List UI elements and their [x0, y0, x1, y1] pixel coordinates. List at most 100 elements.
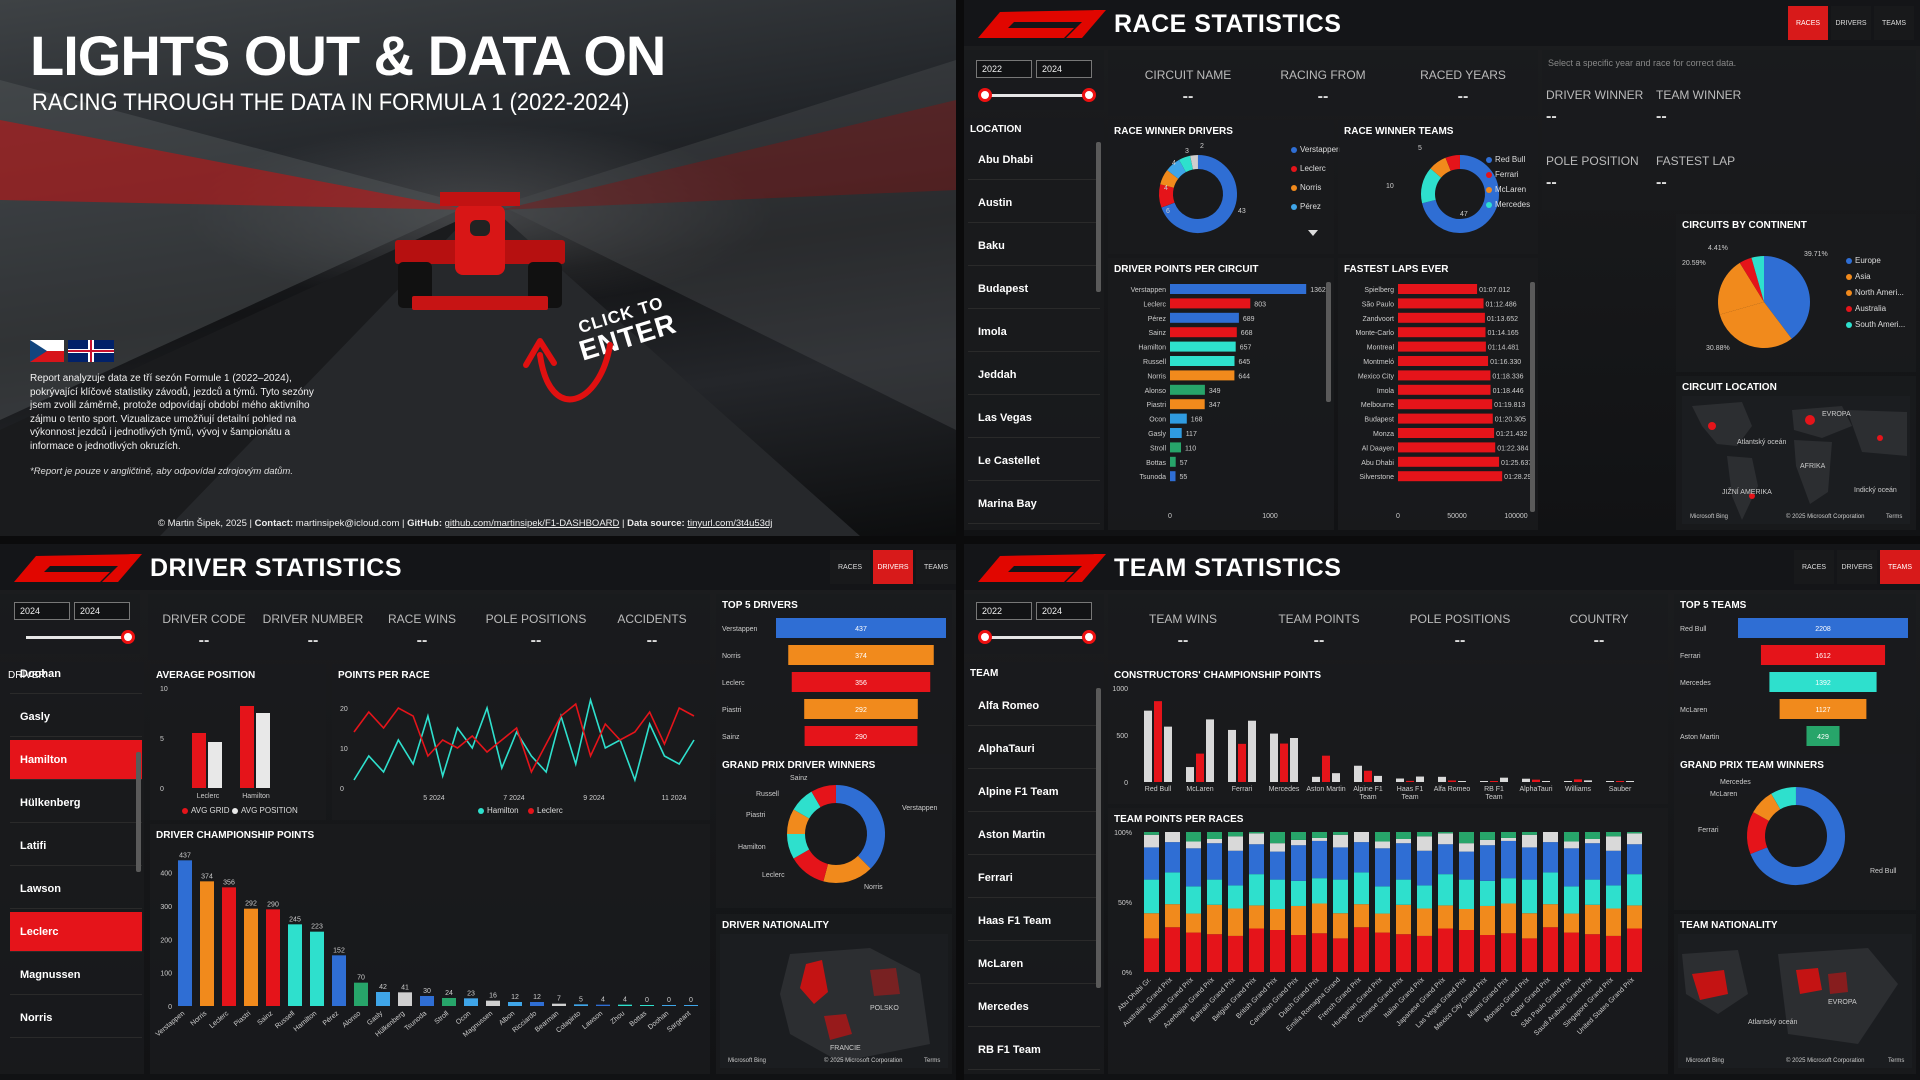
year-slider-start[interactable]	[978, 88, 992, 102]
list-item[interactable]: AlphaTauri	[968, 729, 1100, 769]
f1-logo-icon[interactable]	[974, 6, 1106, 40]
chevron-down-icon[interactable]	[1308, 230, 1318, 236]
year-filter: 2022 2024	[964, 594, 1104, 654]
list-item[interactable]: Doohan	[10, 654, 142, 694]
year-from-input[interactable]: 2022	[976, 60, 1032, 78]
bar-segment	[1564, 932, 1579, 972]
bar-segment	[1564, 913, 1579, 933]
cover-footer: © Martin Šipek, 2025 | Contact: martinsi…	[158, 518, 773, 529]
bar-segment	[1228, 836, 1243, 851]
bar-segment	[1249, 905, 1264, 929]
bar	[1186, 767, 1194, 782]
bar-segment	[1417, 908, 1432, 936]
list-item[interactable]: Abu Dhabi	[968, 140, 1100, 180]
bar	[1398, 399, 1493, 410]
bar	[1490, 781, 1498, 782]
list-item[interactable]: Haas F1 Team	[968, 901, 1100, 941]
kpi-label: TEAM POINTS	[1278, 612, 1360, 626]
list-item[interactable]: Hülkenberg	[10, 783, 142, 823]
scrollbar[interactable]	[1096, 142, 1101, 292]
year-slider-end[interactable]	[1082, 630, 1096, 644]
map-label: Atlantský oceán	[1748, 1019, 1798, 1026]
list-item[interactable]: Ferrari	[968, 858, 1100, 898]
year-slider-start[interactable]	[978, 630, 992, 644]
year-to-input[interactable]: 2024	[1036, 60, 1092, 78]
map-terms-link[interactable]: Terms	[1888, 1058, 1904, 1064]
year-from-input[interactable]: 2022	[976, 602, 1032, 620]
year-from-input[interactable]: 2024	[14, 602, 70, 620]
nav-drivers-button[interactable]: DRIVERS	[1837, 550, 1877, 584]
legend-item: Leclerc	[528, 806, 563, 815]
scrollbar[interactable]	[136, 752, 141, 872]
list-item[interactable]: Gasly	[10, 697, 142, 737]
list-item[interactable]: Norris	[10, 998, 142, 1038]
list-item[interactable]: McLaren	[968, 944, 1100, 984]
map-terms-link[interactable]: Terms	[1886, 514, 1902, 520]
list-item[interactable]: Le Castellet	[968, 441, 1100, 481]
year-slider-end[interactable]	[121, 630, 135, 644]
list-item[interactable]: Budapest	[968, 269, 1100, 309]
list-item[interactable]: Austin	[968, 183, 1100, 223]
fastest-laps-panel: FASTEST LAPS EVER Spielberg 01:07.012 São …	[1338, 258, 1538, 530]
value-label: 1362	[1310, 287, 1326, 294]
world-map[interactable]: EVROPA Atlantský oceán Microsoft Bing © …	[1678, 934, 1912, 1068]
bar	[1170, 471, 1176, 482]
list-item[interactable]: Lawson	[10, 869, 142, 909]
bar	[1354, 765, 1362, 782]
f1-logo-icon[interactable]	[10, 550, 142, 584]
year-to-input[interactable]: 2024	[74, 602, 130, 620]
scrollbar[interactable]	[1530, 282, 1535, 512]
circuit-location-panel: CIRCUIT LOCATION EVROPA Atlantský oceán …	[1676, 376, 1916, 530]
nav-drivers-button[interactable]: DRIVERS	[1831, 6, 1871, 40]
nav-races-button[interactable]: RACES	[830, 550, 870, 584]
list-item[interactable]: Aston Martin	[968, 815, 1100, 855]
f1-logo-icon[interactable]	[974, 550, 1106, 584]
bar	[1364, 770, 1372, 782]
list-item[interactable]: Magnussen	[10, 955, 142, 995]
europe-map[interactable]: POLSKO FRANCIE Microsoft Bing © 2025 Mic…	[720, 934, 948, 1068]
bar-segment	[1564, 832, 1579, 842]
list-item[interactable]: Alpine F1 Team	[968, 772, 1100, 812]
year-slider[interactable]	[26, 636, 128, 639]
list-item[interactable]: Las Vegas	[968, 398, 1100, 438]
list-item[interactable]: Marina Bay	[968, 484, 1100, 524]
nav-teams-button[interactable]: TEAMS	[1880, 550, 1920, 584]
list-item[interactable]: Baku	[968, 226, 1100, 266]
nav-races-button[interactable]: RACES	[1788, 6, 1828, 40]
nav-drivers-button[interactable]: DRIVERS	[873, 550, 913, 584]
list-item[interactable]: Leclerc	[10, 912, 142, 952]
list-item[interactable]: Jeddah	[968, 355, 1100, 395]
year-slider[interactable]	[984, 94, 1090, 97]
kpi-label: COUNTRY	[1569, 612, 1629, 626]
flag-uk-icon[interactable]	[68, 340, 114, 362]
kpi-label: RACING FROM	[1280, 68, 1366, 82]
list-item[interactable]: Hamilton	[10, 740, 142, 780]
world-map[interactable]: EVROPA Atlantský oceán AFRIKA JIŽNÍ AMER…	[1682, 396, 1910, 524]
nav-races-button[interactable]: RACES	[1794, 550, 1834, 584]
list-item[interactable]: Alfa Romeo	[968, 686, 1100, 726]
axis-tick: Aston Martin	[1306, 786, 1345, 793]
year-slider-end[interactable]	[1082, 88, 1096, 102]
github-link[interactable]: github.com/martinsipek/F1-DASHBOARD	[445, 518, 620, 529]
source-link[interactable]: tinyurl.com/3t4u53dj	[687, 518, 772, 529]
list-item[interactable]: Latifi	[10, 826, 142, 866]
year-to-input[interactable]: 2024	[1036, 602, 1092, 620]
list-item[interactable]: RB F1 Team	[968, 1030, 1100, 1070]
map-terms-link[interactable]: Terms	[924, 1058, 940, 1064]
nav-teams-button[interactable]: TEAMS	[916, 550, 956, 584]
nav-teams-button[interactable]: TEAMS	[1874, 6, 1914, 40]
scrollbar[interactable]	[1096, 688, 1101, 988]
bar	[1170, 428, 1182, 438]
year-slider[interactable]	[984, 636, 1090, 639]
legend-item: Pérez	[1291, 202, 1321, 211]
bar-segment	[1543, 832, 1558, 843]
list-item[interactable]: Imola	[968, 312, 1100, 352]
flag-cz-icon[interactable]	[30, 340, 64, 362]
map-label: AFRIKA	[1800, 463, 1826, 470]
list-item[interactable]: Mercedes	[968, 987, 1100, 1027]
map-copyright: © 2025 Microsoft Corporation	[1786, 513, 1864, 520]
axis-tick: Gasly	[366, 1010, 385, 1027]
scrollbar[interactable]	[1326, 282, 1331, 402]
bar-segment	[1291, 905, 1306, 936]
bar	[1398, 456, 1500, 467]
